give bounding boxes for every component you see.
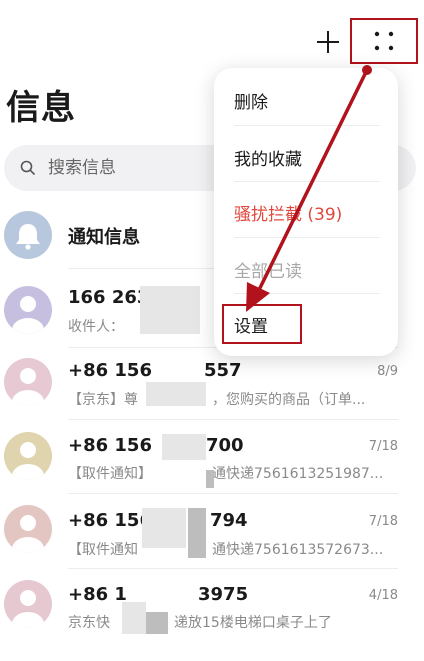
person-icon bbox=[12, 515, 44, 553]
more-grid-icon bbox=[374, 31, 394, 51]
conversation-preview-end: 通快递7561613572673... bbox=[212, 542, 384, 558]
menu-item-spam-block[interactable]: 骚扰拦截 (39) bbox=[234, 200, 342, 225]
plus-icon bbox=[317, 31, 339, 53]
avatar bbox=[4, 358, 52, 406]
add-button[interactable] bbox=[312, 26, 344, 58]
avatar bbox=[4, 432, 52, 480]
conversation-title-end: 557 bbox=[204, 360, 242, 381]
conversation-preview-end: 递放15楼电梯口桌子上了 bbox=[174, 615, 332, 631]
search-icon bbox=[20, 160, 36, 176]
conversation-title-end: 3975 bbox=[198, 584, 249, 605]
conversation-preview: 京东快 bbox=[68, 615, 110, 631]
redaction-mask bbox=[206, 470, 214, 488]
conversation-title: +86 156 bbox=[68, 510, 152, 531]
bell-icon bbox=[16, 224, 40, 250]
conversation-preview: 【取件通知 bbox=[68, 542, 138, 558]
divider bbox=[68, 493, 398, 494]
more-button[interactable] bbox=[350, 18, 418, 64]
menu-divider bbox=[234, 237, 380, 238]
menu-item-favorites[interactable]: 我的收藏 bbox=[234, 145, 302, 170]
divider bbox=[68, 568, 398, 569]
conversation-title: 通知信息 bbox=[68, 227, 140, 248]
conversation-preview-end: 通快递7561613251987... bbox=[212, 466, 384, 482]
person-icon bbox=[12, 442, 44, 480]
conversation-preview: 【取件通知】 bbox=[68, 466, 152, 482]
conversation-preview: 【京东】尊 bbox=[68, 392, 138, 408]
conversation-title: +86 156 bbox=[68, 435, 152, 456]
menu-divider bbox=[234, 181, 380, 182]
person-icon bbox=[12, 296, 44, 334]
redaction-mask bbox=[146, 612, 168, 634]
conversation-date: 7/18 bbox=[368, 514, 398, 529]
redaction-mask bbox=[146, 382, 206, 406]
avatar bbox=[4, 505, 52, 553]
person-icon bbox=[12, 590, 44, 628]
redaction-mask bbox=[122, 602, 146, 634]
conversation-title-end: 794 bbox=[210, 510, 248, 531]
divider bbox=[68, 419, 398, 420]
menu-item-delete[interactable]: 删除 bbox=[234, 88, 268, 113]
avatar bbox=[4, 211, 52, 259]
avatar bbox=[4, 580, 52, 628]
redaction-mask bbox=[162, 434, 206, 460]
conversation-date: 8/9 bbox=[377, 364, 398, 379]
top-bar bbox=[0, 0, 424, 70]
conversation-date: 7/18 bbox=[368, 439, 398, 454]
conversation-title: +86 156 bbox=[68, 360, 152, 381]
settings-callout-box bbox=[222, 304, 302, 344]
redaction-mask bbox=[140, 286, 200, 334]
redaction-mask bbox=[142, 508, 186, 548]
conversation-title-end: 700 bbox=[206, 435, 244, 456]
conversation-title: +86 1 bbox=[68, 584, 127, 605]
conversation-date: 4/18 bbox=[368, 588, 398, 603]
person-icon bbox=[12, 368, 44, 406]
avatar bbox=[4, 286, 52, 334]
menu-item-mark-all-read[interactable]: 全部已读 bbox=[234, 257, 302, 282]
redaction-mask bbox=[188, 508, 206, 558]
menu-divider bbox=[234, 293, 380, 294]
conversation-preview-end: ，您购买的商品（订单... bbox=[212, 392, 366, 408]
page-title: 信息 bbox=[6, 88, 76, 128]
menu-divider bbox=[234, 125, 380, 126]
